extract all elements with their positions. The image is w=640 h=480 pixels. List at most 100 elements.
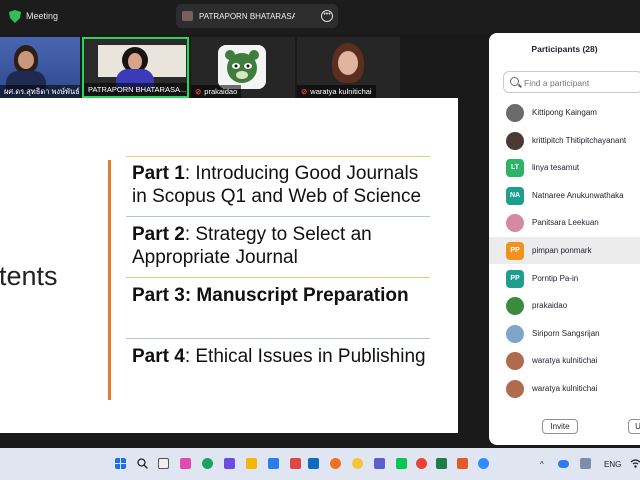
tiger-avatar-icon [218,45,266,89]
active-speaker-tile[interactable]: PATRAPORN BHATARASA... [82,37,189,98]
tile-caption: ผศ.ดร.สุทธิดา พงษ์พันธ์งาม [0,85,80,98]
muted-mic-icon: ⊘ [195,87,202,96]
participant-name: pimpan ponmark [532,246,592,255]
participant-name: Siriporn Sangsrijan [532,328,600,338]
firefox-icon[interactable] [330,458,341,469]
participants-title: Participants (28) [531,44,598,54]
participant-row[interactable]: krittipitch Thitipitchayanant [489,127,640,154]
slide-divider [126,338,430,339]
participant-avatar [506,297,524,316]
participant-row[interactable]: LT linya tesamut [489,154,640,181]
participant-row[interactable]: PP pimpan ponmark [489,237,640,264]
more-options-icon[interactable]: ••• [321,10,333,22]
participant-name: krittipitch Thitipitchayanant [532,135,627,145]
tile-caption: ⊘ prakaidao [191,85,242,98]
participant-name: waratya kulnitichai [532,384,598,393]
part-label: Part 2 [132,224,185,245]
participant-avatar [506,380,524,398]
slide-part-4: Part 4: Ethical Issues in Publishing [132,345,432,368]
video-tile[interactable]: ⊘ prakaidao [191,37,295,98]
video-tile[interactable]: ⊘ waratya kulnitichai [297,37,400,98]
participant-row[interactable]: prakaidao [489,292,640,319]
meeting-title: Meeting [26,11,59,21]
video-strip: ผศ.ดร.สุทธิดา พงษ์พันธ์งาม PATRAPORN BHA… [0,34,490,98]
participant-row[interactable]: NA Natnaree Anukunwathaka [489,182,640,209]
tile-caption: ⊘ waratya kulnitichai [297,85,376,98]
meeting-topbar: Meeting PATRAPORN BHATARASAKOON's ••• [0,0,640,34]
slide-accent-line [108,160,111,400]
chrome-canary-icon[interactable] [352,458,363,469]
participant-name: ผศ.ดร.สุทธิดา พงษ์พันธ์งาม [4,87,80,96]
participant-name: Panitsara Leekuan [532,218,599,228]
copilot-icon[interactable] [180,458,191,469]
participant-avatar [506,131,524,150]
participant-row[interactable]: Kittipong Kaingam [489,99,640,126]
wifi-icon[interactable] [630,458,640,469]
participant-avatar [506,324,524,343]
participant-name: Natnaree Anukunwathaka [532,190,624,200]
participant-name: prakaidao [204,87,238,96]
language-indicator[interactable]: ENG [604,460,621,469]
slide-part-2: Part 2: Strategy to Select an Appropriat… [132,223,392,269]
participants-panel: Participants (28) Find a participant Kit… [489,33,640,445]
slide-part-1: Part 1: Introducing Good Journals in Sco… [132,162,432,208]
screen-share-indicator[interactable]: PATRAPORN BHATARASAKOON's ••• [176,4,338,28]
invite-button[interactable]: Invite [542,419,578,434]
participant-name: prakaidao [532,301,568,311]
photos-icon[interactable] [224,458,235,469]
participant-avatar: PP [506,269,524,288]
participant-avatar: NA [506,186,524,205]
video-tile[interactable]: ผศ.ดร.สุทธิดา พงษ์พันธ์งาม [0,37,80,98]
participant-row[interactable]: PP Porntip Pa-in [489,265,640,292]
participant-name: linya tesamut [532,163,580,173]
file-explorer-icon[interactable] [246,458,257,469]
participant-avatar [506,104,524,122]
shield-icon[interactable] [9,10,21,23]
language-bar-icon[interactable] [580,458,591,469]
participant-name: waratya kulnitichai [310,87,372,96]
tray-overflow-icon[interactable]: ^ [540,460,544,469]
participant-name: Porntip Pa-in [532,273,579,283]
slide-divider [126,156,430,157]
participant-row[interactable]: waratya kulnitichai [489,375,640,402]
store-icon[interactable] [268,458,279,469]
line-icon[interactable] [396,458,407,469]
part-text: : Ethical Issues in Publishing [184,346,426,367]
part-text: : Manuscript Preparation [184,285,409,306]
windows-taskbar: ^ ENG [0,448,640,480]
zoom-icon[interactable] [478,458,489,469]
participant-row[interactable]: Panitsara Leekuan [489,209,640,236]
excel-icon[interactable] [436,458,447,469]
task-view-icon[interactable] [158,458,169,469]
search-icon[interactable] [137,458,148,469]
unmute-all-button[interactable]: U [628,419,640,434]
outlook-icon[interactable] [308,458,319,469]
participant-face [128,53,142,70]
shared-screen-slide: tents Part 1: Introducing Good Journals … [0,98,458,433]
edge-icon[interactable] [202,458,213,469]
participant-avatar: PP [506,242,524,260]
slide-side-heading: tents [0,261,58,291]
participant-avatar [506,352,524,371]
search-icon [510,77,519,86]
slide-divider [126,277,430,278]
participant-face [18,51,34,69]
gift-app-icon[interactable] [290,458,301,469]
search-placeholder: Find a participant [524,78,590,88]
participant-row[interactable]: Siriporn Sangsrijan [489,320,640,347]
participant-row[interactable]: waratya kulnitichai [489,347,640,374]
slide-part-3: Part 3: Manuscript Preparation [132,284,432,307]
share-owner-name: PATRAPORN BHATARASAKOON's [199,12,295,21]
part-label: Part 4 [132,346,185,367]
muted-mic-icon: ⊘ [301,87,308,96]
teams-icon[interactable] [374,458,385,469]
presenter-avatar [182,11,193,21]
chrome-icon[interactable] [416,458,427,469]
participant-name: waratya kulnitichai [532,356,598,366]
slide-divider [126,216,430,217]
onedrive-icon[interactable] [558,460,569,468]
windows-start-icon[interactable] [115,458,126,469]
snipping-tool-icon[interactable] [457,458,468,469]
participant-search-input[interactable]: Find a participant [503,71,640,93]
tile-caption: PATRAPORN BHATARASA... [84,83,187,96]
